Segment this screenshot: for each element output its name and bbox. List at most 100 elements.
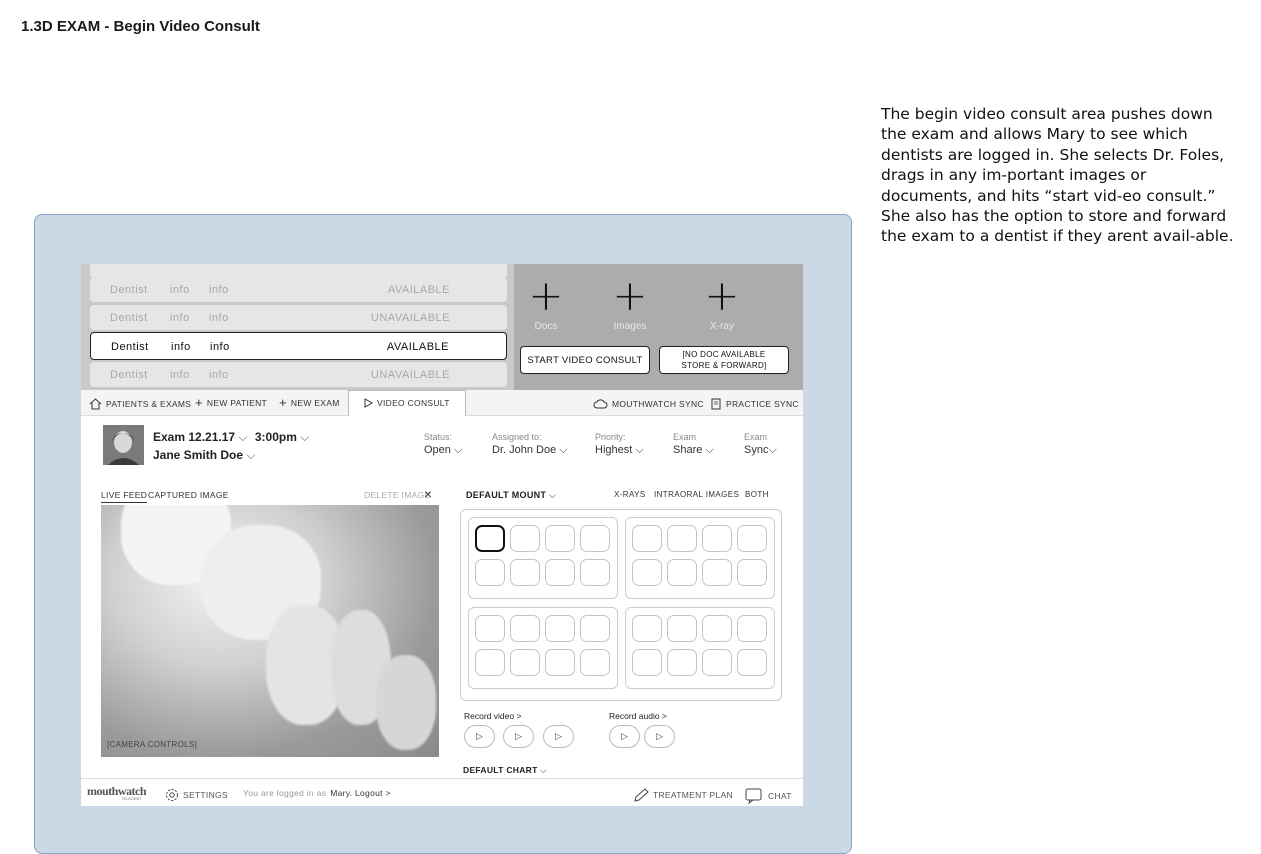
dentist-row[interactable]: Dentist info info AVAILABLE (90, 277, 507, 302)
audio-play-button[interactable]: ▷ (609, 725, 640, 748)
mount-slot[interactable] (702, 559, 732, 586)
filter-intraoral[interactable]: INTRAORAL IMAGES (654, 490, 739, 499)
tab-live-feed[interactable]: LIVE FEED (101, 490, 148, 503)
login-status: You are logged in as Mary. Logout > (243, 788, 391, 798)
video-play-button[interactable]: ▷ (464, 725, 495, 748)
images-label: Images (613, 321, 647, 332)
plus-icon: + (612, 271, 648, 320)
chart-title: DEFAULT CHART (463, 765, 538, 775)
mount-slot[interactable] (737, 649, 767, 676)
mount-slot[interactable] (667, 649, 697, 676)
plus-icon: + (195, 395, 203, 410)
dentist-row[interactable]: Dentist info info UNAVAILABLE (90, 305, 507, 330)
share-dropdown[interactable]: Exam Share ⌵ (673, 432, 714, 457)
add-docs-button[interactable]: + Docs (516, 275, 576, 333)
mount-slot[interactable] (545, 615, 575, 642)
mount-slot[interactable] (580, 649, 610, 676)
mount-slot[interactable] (632, 525, 662, 552)
mount-slot[interactable] (475, 559, 505, 586)
mount-slot[interactable] (580, 525, 610, 552)
mount-slot[interactable] (632, 615, 662, 642)
store-forward-button[interactable]: [NO DOC AVAILABLE STORE & FORWARD] (659, 346, 789, 374)
mount-slot[interactable] (632, 649, 662, 676)
mount-slot[interactable] (545, 559, 575, 586)
sync-dropdown[interactable]: Exam Sync⌵ (744, 432, 777, 457)
dentist-row-selected[interactable]: Dentist info info AVAILABLE (90, 332, 507, 360)
app-footer: mouthwatch TELEDENT SETTINGS You are log… (81, 778, 803, 806)
audio-play-button[interactable]: ▷ (644, 725, 675, 748)
start-video-consult-button[interactable]: START VIDEO CONSULT (520, 346, 650, 374)
dentist-status: AVAILABLE (386, 341, 449, 353)
dentist-info: info (209, 312, 229, 324)
mount-slot[interactable] (667, 559, 697, 586)
filter-both[interactable]: BOTH (745, 490, 769, 499)
video-play-button[interactable]: ▷ (543, 725, 574, 748)
mount-group (468, 517, 618, 599)
nav-practice-sync[interactable]: PRACTICE SYNC (711, 398, 799, 410)
add-xray-button[interactable]: + X-ray (692, 275, 752, 333)
mount-slot[interactable] (510, 615, 540, 642)
mount-slot[interactable] (545, 525, 575, 552)
nav-patients-exams[interactable]: PATIENTS & EXAMS (89, 398, 191, 410)
tab-captured-image[interactable]: CAPTURED IMAGE (148, 490, 229, 500)
filter-xrays[interactable]: X-RAYS (614, 490, 646, 499)
mount-slot[interactable] (667, 525, 697, 552)
mount-slot[interactable] (702, 649, 732, 676)
pencil-icon (634, 788, 649, 802)
dentist-info: info (210, 341, 230, 353)
camera-controls[interactable]: [CAMERA CONTROLS] (107, 740, 197, 749)
chart-dropdown[interactable]: DEFAULT CHART ⌵ (463, 765, 547, 776)
patient-selector[interactable]: Jane Smith Doe ⌵ (153, 448, 255, 463)
mount-slot[interactable] (632, 559, 662, 586)
nav-new-patient[interactable]: + NEW PATIENT (195, 395, 267, 410)
mount-slot[interactable] (737, 615, 767, 642)
mount-slot[interactable] (580, 615, 610, 642)
nav-mouthwatch-sync[interactable]: MOUTHWATCH SYNC (593, 398, 704, 409)
priority-label: Priority: (595, 432, 626, 442)
mount-slot[interactable] (580, 559, 610, 586)
video-play-button[interactable]: ▷ (503, 725, 534, 748)
mount-slot[interactable] (737, 559, 767, 586)
dentist-row-partial[interactable] (90, 264, 507, 278)
sync-value: Sync (744, 444, 769, 456)
patient-avatar (103, 425, 144, 465)
nav-video-consult[interactable]: VIDEO CONSULT (364, 398, 450, 408)
nav-mw-sync-label: MOUTHWATCH SYNC (612, 398, 704, 409)
add-images-button[interactable]: + Images (600, 271, 660, 333)
dentist-row[interactable]: Dentist info info UNAVAILABLE (90, 362, 507, 387)
mount-slot[interactable] (475, 649, 505, 676)
mount-slot[interactable] (510, 649, 540, 676)
close-icon[interactable]: × (424, 486, 432, 502)
assigned-dropdown[interactable]: Assigned to: Dr. John Doe ⌵ (492, 432, 568, 457)
mount-slot[interactable] (545, 649, 575, 676)
dentist-info: info (171, 341, 191, 353)
status-dropdown[interactable]: Status: Open ⌵ (424, 432, 462, 457)
mount-slot[interactable] (475, 615, 505, 642)
nav-new-exam[interactable]: + NEW EXAM (279, 396, 340, 409)
mount-slot[interactable] (667, 615, 697, 642)
settings-button[interactable]: SETTINGS (165, 788, 228, 802)
treatment-plan-button[interactable]: TREATMENT PLAN (633, 788, 733, 802)
nav-practice-sync-label: PRACTICE SYNC (726, 399, 799, 409)
status-label: Status: (424, 432, 453, 442)
mount-slot[interactable] (510, 559, 540, 586)
mount-slot[interactable] (475, 525, 505, 552)
mount-dropdown[interactable]: DEFAULT MOUNT ⌵ (466, 490, 556, 501)
avatar-photo (103, 425, 144, 465)
dentist-info: info (170, 369, 190, 381)
mount-slot[interactable] (510, 525, 540, 552)
chat-button[interactable]: CHAT (745, 788, 792, 804)
mount-slot[interactable] (737, 525, 767, 552)
logo-subtext: TELEDENT (121, 796, 142, 801)
chat-label: CHAT (768, 791, 792, 801)
logout-link[interactable]: Mary. Logout > (330, 788, 391, 798)
record-video-label[interactable]: Record video > (464, 711, 521, 721)
exam-selector[interactable]: Exam 12.21.17 ⌵ 3:00pm ⌵ (153, 430, 309, 445)
main-nav: PATIENTS & EXAMS + NEW PATIENT + NEW EXA… (81, 390, 803, 416)
record-audio-label[interactable]: Record audio > (609, 711, 667, 721)
delete-image-button[interactable]: DELETE IMAGE (364, 490, 430, 500)
dentist-name: Dentist (111, 341, 149, 353)
mount-slot[interactable] (702, 525, 732, 552)
mount-slot[interactable] (702, 615, 732, 642)
priority-dropdown[interactable]: Priority: Highest ⌵ (595, 432, 644, 457)
